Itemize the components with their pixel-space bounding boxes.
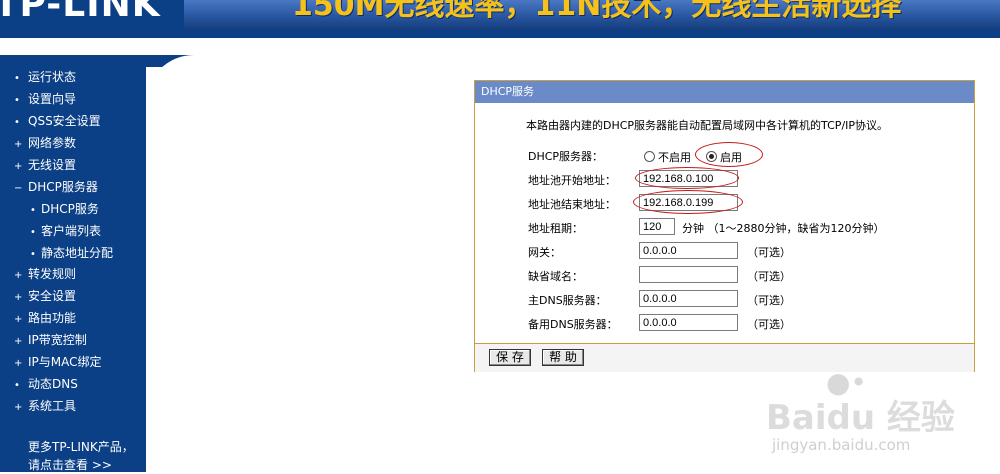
sidebar-item-label: 路由功能: [28, 311, 77, 325]
gateway-optional-note: （可选）: [747, 246, 791, 259]
sidebar-item-label: 动态DNS: [28, 377, 78, 391]
expand-icon: +: [14, 402, 23, 413]
secondary-dns-label: 备用DNS服务器：: [528, 318, 618, 331]
expand-icon: +: [14, 336, 23, 347]
collapse-icon: −: [14, 183, 23, 194]
sidebar-item-security[interactable]: + 安全设置: [14, 287, 76, 305]
banner-image: 150M无线速率，11N技术，无线生活新选择: [184, 0, 1000, 30]
sidebar-item-setup-wizard[interactable]: • 设置向导: [14, 90, 76, 108]
dhcp-disable-radio[interactable]: [644, 151, 655, 162]
sidebar-item-label: 设置向导: [28, 92, 77, 106]
watermark-url: jingyan.baidu.com: [772, 436, 911, 454]
primary-dns-input[interactable]: [639, 290, 738, 307]
lease-note: 分钟 （1～2880分钟，缺省为120分钟）: [682, 222, 885, 235]
sidebar-item-label: 运行状态: [28, 70, 77, 84]
bullet-icon: •: [30, 249, 36, 260]
sidebar-subitem-dhcp-service[interactable]: • DHCP服务: [30, 200, 99, 218]
sidebar-subitem-label: DHCP服务: [41, 202, 99, 216]
sidebar-item-label: 转发规则: [28, 267, 77, 281]
dhcp-enable-radio[interactable]: [706, 151, 717, 162]
gateway-input[interactable]: [639, 242, 738, 259]
primary-dns-optional-note: （可选）: [747, 294, 791, 307]
bullet-icon: •: [30, 205, 36, 216]
banner-slogan: 150M无线速率，11N技术，无线生活新选择: [292, 0, 902, 23]
lease-label: 地址租期：: [528, 222, 583, 235]
lease-input[interactable]: [639, 218, 675, 235]
end-ip-input[interactable]: [639, 194, 738, 211]
sidebar-item-label: 安全设置: [28, 289, 77, 303]
sidebar-item-wireless[interactable]: + 无线设置: [14, 156, 76, 174]
save-button[interactable]: 保 存: [489, 349, 531, 366]
end-ip-label: 地址池结束地址：: [528, 198, 616, 211]
sidebar-item-label: QSS安全设置: [28, 114, 101, 128]
watermark-brand: Baidu 经验: [766, 398, 955, 438]
sidebar-item-system-tools[interactable]: + 系统工具: [14, 397, 76, 415]
sidebar-item-status[interactable]: • 运行状态: [14, 68, 76, 86]
dhcp-server-label: DHCP服务器：: [528, 150, 604, 163]
domain-label: 缺省域名：: [528, 270, 583, 283]
expand-icon: +: [14, 139, 23, 150]
panel-title: DHCP服务: [475, 81, 974, 103]
logo-text: TP-LINK: [0, 0, 161, 25]
sidebar-item-label: DHCP服务器: [28, 180, 98, 194]
domain-input[interactable]: [639, 266, 738, 283]
sidebar-item-label: IP带宽控制: [28, 333, 87, 347]
sidebar-item-label: 无线设置: [28, 158, 77, 172]
sidebar-item-ddns[interactable]: • 动态DNS: [14, 375, 78, 393]
sidebar-item-routing[interactable]: + 路由功能: [14, 309, 76, 327]
bullet-icon: •: [30, 227, 36, 238]
bullet-icon: •: [14, 380, 20, 391]
expand-icon: +: [14, 270, 23, 281]
sidebar-subitem-label: 静态地址分配: [41, 246, 114, 260]
dhcp-settings-panel: DHCP服务 本路由器内建的DHCP服务器能自动配置局域网中各计算机的TCP/I…: [474, 80, 975, 372]
primary-dns-label: 主DNS服务器：: [528, 294, 607, 307]
sidebar-item-qss[interactable]: • QSS安全设置: [14, 112, 101, 130]
dhcp-disable-label: 不启用: [658, 151, 691, 164]
tp-link-logo: TP-LINK: [0, 0, 178, 36]
start-ip-label: 地址池开始地址：: [528, 174, 616, 187]
panel-description: 本路由器内建的DHCP服务器能自动配置局域网中各计算机的TCP/IP协议。: [526, 119, 889, 132]
banner-divider: [0, 36, 1000, 38]
top-banner: TP-LINK 150M无线速率，11N技术，无线生活新选择: [0, 0, 1000, 36]
secondary-dns-input[interactable]: [639, 314, 738, 331]
sidebar-item-dhcp-server[interactable]: − DHCP服务器: [14, 178, 98, 196]
domain-optional-note: （可选）: [747, 270, 791, 283]
baidu-watermark: ●• Baidu 经验 jingyan.baidu.com: [766, 366, 986, 466]
sidebar-item-label: 系统工具: [28, 399, 77, 413]
start-ip-input[interactable]: [639, 170, 738, 187]
sidebar-subitem-client-list[interactable]: • 客户端列表: [30, 222, 101, 240]
dhcp-enable-label: 启用: [720, 151, 742, 164]
bullet-icon: •: [14, 73, 20, 84]
more-products-link[interactable]: 更多TP-LINK产品， 请点击查看 >>: [28, 438, 134, 474]
help-button[interactable]: 帮 助: [542, 349, 584, 366]
more-products-line2: 请点击查看 >>: [28, 458, 112, 472]
sidebar-item-label: 网络参数: [28, 136, 77, 150]
expand-icon: +: [14, 161, 23, 172]
sidebar-item-ip-mac-binding[interactable]: + IP与MAC绑定: [14, 353, 102, 371]
expand-icon: +: [14, 358, 23, 369]
bullet-icon: •: [14, 95, 20, 106]
bullet-icon: •: [14, 117, 20, 128]
sidebar-item-forwarding[interactable]: + 转发规则: [14, 265, 76, 283]
gateway-label: 网关：: [528, 246, 561, 259]
sidebar-subitem-static-address[interactable]: • 静态地址分配: [30, 244, 113, 262]
sidebar-subitem-label: 客户端列表: [41, 224, 102, 238]
secondary-dns-optional-note: （可选）: [747, 318, 791, 331]
more-products-line1: 更多TP-LINK产品，: [28, 440, 134, 454]
expand-icon: +: [14, 292, 23, 303]
sidebar-item-bandwidth[interactable]: + IP带宽控制: [14, 331, 87, 349]
sidebar-item-label: IP与MAC绑定: [28, 355, 102, 369]
sidebar-item-network[interactable]: + 网络参数: [14, 134, 76, 152]
expand-icon: +: [14, 314, 23, 325]
